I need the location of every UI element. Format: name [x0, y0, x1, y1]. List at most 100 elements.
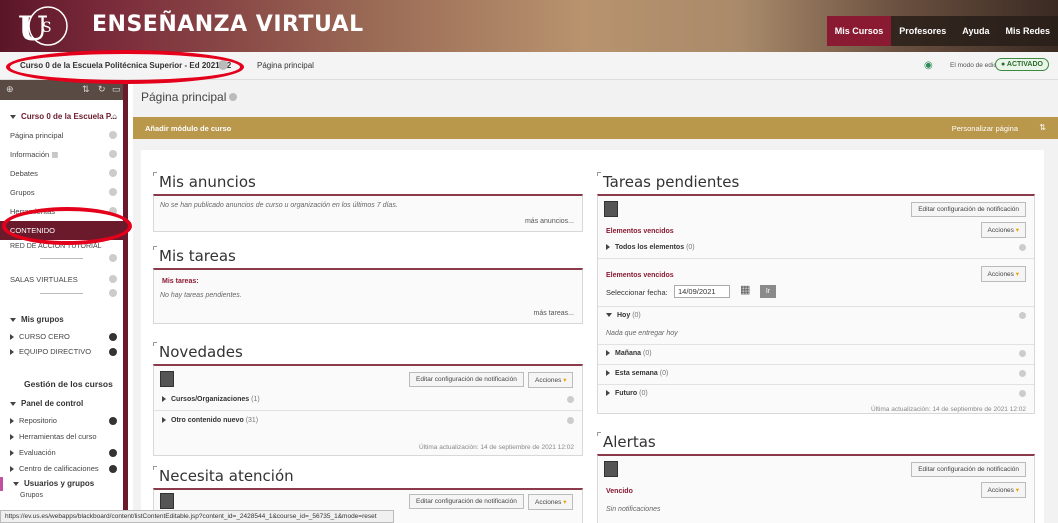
reorder-icon[interactable]: ⇅	[1039, 123, 1046, 132]
sidebar-panel-head[interactable]: Panel de control	[0, 395, 123, 413]
sidebar-usuarios-grupos[interactable]: Grupos	[0, 491, 123, 501]
avatar	[160, 493, 174, 509]
options-icon[interactable]	[109, 131, 117, 139]
module-novedades: Novedades Editar configuración de notifi…	[153, 340, 583, 456]
sidebar-item-informacion[interactable]: Información ▦	[0, 145, 123, 164]
sidebar-panel-repositorio[interactable]: Repositorio	[0, 413, 123, 429]
module-body: Editar configuración de notificación Acc…	[597, 454, 1035, 523]
module-body: Editar configuración de notificación Acc…	[153, 364, 583, 456]
customize-page-button[interactable]: Personalizar página	[952, 124, 1018, 133]
edit-notification-settings-button[interactable]: Editar configuración de notificación	[409, 372, 524, 387]
breadcrumb-course[interactable]: Curso 0 de la Escuela Politécnica Superi…	[20, 61, 231, 70]
options-icon[interactable]	[1019, 370, 1026, 377]
sidebar-panel-centro-calificaciones[interactable]: Centro de calificaciones	[0, 461, 123, 477]
list-item[interactable]: Mañana (0)	[606, 350, 652, 357]
list-item[interactable]: Todos los elementos (0)	[606, 244, 695, 251]
sidebar-usuarios-head[interactable]: Usuarios y grupos	[0, 477, 123, 491]
options-icon[interactable]	[567, 396, 574, 403]
options-icon[interactable]	[1019, 244, 1026, 251]
sidebar-item-red-accion-tutorial[interactable]: RED DE ACCIÓN TUTORIAL	[0, 240, 123, 254]
module-mis-tareas: Mis tareas Mis tareas: No hay tareas pen…	[153, 244, 583, 324]
edit-mode-toggle[interactable]: ● ACTIVADO	[995, 58, 1049, 71]
breadcrumb: Curso 0 de la Escuela Politécnica Superi…	[0, 52, 1058, 80]
list-item[interactable]: Esta semana (0)	[606, 370, 668, 377]
module-title: Novedades	[153, 340, 583, 364]
sidebar-panel-evaluacion[interactable]: Evaluación	[0, 445, 123, 461]
edit-notification-settings-button[interactable]: Editar configuración de notificación	[911, 462, 1026, 477]
actions-button[interactable]: Acciones ▾	[980, 266, 1026, 282]
options-icon[interactable]	[229, 93, 238, 101]
options-icon[interactable]	[109, 254, 117, 262]
options-icon[interactable]	[1019, 312, 1026, 319]
last-update: Última actualización: 14 de septiembre d…	[870, 406, 1026, 413]
edit-notification-settings-button[interactable]: Editar configuración de notificación	[409, 494, 524, 509]
options-icon[interactable]	[109, 188, 117, 196]
options-icon[interactable]	[109, 289, 117, 297]
sidebar-item-contenido[interactable]: CONTENIDO	[0, 221, 123, 240]
calendar-icon[interactable]: ▦	[740, 283, 750, 296]
sidebar-item-pagina-principal[interactable]: Página principal	[0, 126, 123, 145]
nav-mis-redes[interactable]: Mis Redes	[997, 16, 1058, 46]
date-input[interactable]: 14/09/2021	[674, 285, 730, 298]
module-title: Mis anuncios	[153, 170, 583, 194]
reorder-icon[interactable]: ⇅	[82, 84, 90, 95]
chevron-down-icon: ▾	[1015, 227, 1019, 234]
course-menu-icon[interactable]	[218, 60, 228, 70]
sidebar-panel-herramientas-curso[interactable]: Herramientas del curso	[0, 429, 123, 445]
collapse-icon[interactable]	[10, 114, 16, 119]
refresh-icon[interactable]: ↻	[98, 84, 106, 95]
overdue-label: Vencido	[606, 488, 633, 495]
arrow-right-icon[interactable]	[109, 417, 117, 425]
options-icon[interactable]	[109, 169, 117, 177]
options-icon[interactable]	[109, 207, 117, 215]
options-icon[interactable]	[1019, 350, 1026, 357]
add-icon[interactable]: ⊕	[6, 84, 14, 95]
options-icon[interactable]	[1019, 390, 1026, 397]
arrow-right-icon[interactable]	[109, 333, 117, 341]
status-url: https://ev.us.es/webapps/blackboard/cont…	[0, 510, 394, 523]
sidebar-divider	[0, 254, 123, 264]
list-item[interactable]: Cursos/Organizaciones (1)	[162, 396, 260, 403]
list-item[interactable]: Hoy (0)	[606, 312, 641, 319]
nav-ayuda[interactable]: Ayuda	[954, 16, 998, 46]
nothing-due-text: Nada que entregar hoy	[606, 330, 678, 337]
sidebar-group-equipo-directivo[interactable]: EQUIPO DIRECTIVO	[0, 344, 123, 359]
sidebar-item-debates[interactable]: Debates	[0, 164, 123, 183]
eye-icon[interactable]: ◉	[924, 60, 933, 71]
sidebar-item-herramientas[interactable]: Herramientas	[0, 202, 123, 221]
nav-profesores[interactable]: Profesores	[891, 16, 955, 46]
nav-mis-cursos[interactable]: Mis Cursos	[826, 16, 892, 46]
avatar	[160, 371, 174, 387]
actions-button[interactable]: Acciones ▾	[980, 482, 1026, 498]
options-icon[interactable]	[109, 150, 117, 158]
tareas-label: Mis tareas:	[162, 278, 199, 285]
arrow-right-icon[interactable]	[109, 465, 117, 473]
avatar	[604, 461, 618, 477]
edit-notification-settings-button[interactable]: Editar configuración de notificación	[911, 202, 1026, 217]
arrow-right-icon[interactable]	[109, 348, 117, 356]
actions-button[interactable]: Acciones ▾	[528, 372, 574, 388]
options-icon[interactable]	[109, 275, 117, 283]
module-title: Alertas	[597, 430, 1035, 454]
sidebar-group-curso-cero[interactable]: CURSO CERO	[0, 329, 123, 344]
add-module-button[interactable]: Añadir módulo de curso	[145, 124, 231, 133]
more-announcements-link[interactable]: más anuncios...	[525, 218, 574, 225]
sidebar-course-head[interactable]: Curso 0 de la Escuela P... ⌂	[0, 108, 123, 126]
go-button[interactable]: Ir	[760, 285, 776, 298]
chevron-down-icon: ▾	[1015, 271, 1019, 278]
folder-icon[interactable]: ▭	[112, 84, 121, 95]
more-tasks-link[interactable]: más tareas...	[534, 310, 574, 317]
chevron-down-icon: ▾	[563, 499, 567, 506]
actions-button[interactable]: Acciones ▾	[980, 222, 1026, 238]
university-logo-icon[interactable]: U S	[12, 4, 74, 48]
sidebar-item-salas-virtuales[interactable]: SALAS VIRTUALES	[0, 270, 123, 289]
sidebar-item-grupos[interactable]: Grupos	[0, 183, 123, 202]
options-icon[interactable]	[567, 417, 574, 424]
list-item[interactable]: Futuro (0)	[606, 390, 648, 397]
top-nav: Mis Cursos Profesores Ayuda Mis Redes	[826, 16, 1058, 46]
arrow-right-icon[interactable]	[109, 449, 117, 457]
home-icon[interactable]: ⌂	[112, 108, 117, 126]
actions-button[interactable]: Acciones ▾	[528, 494, 574, 510]
list-item[interactable]: Otro contenido nuevo (31)	[162, 417, 258, 424]
sidebar-mis-grupos-head[interactable]: Mis grupos	[0, 311, 123, 329]
